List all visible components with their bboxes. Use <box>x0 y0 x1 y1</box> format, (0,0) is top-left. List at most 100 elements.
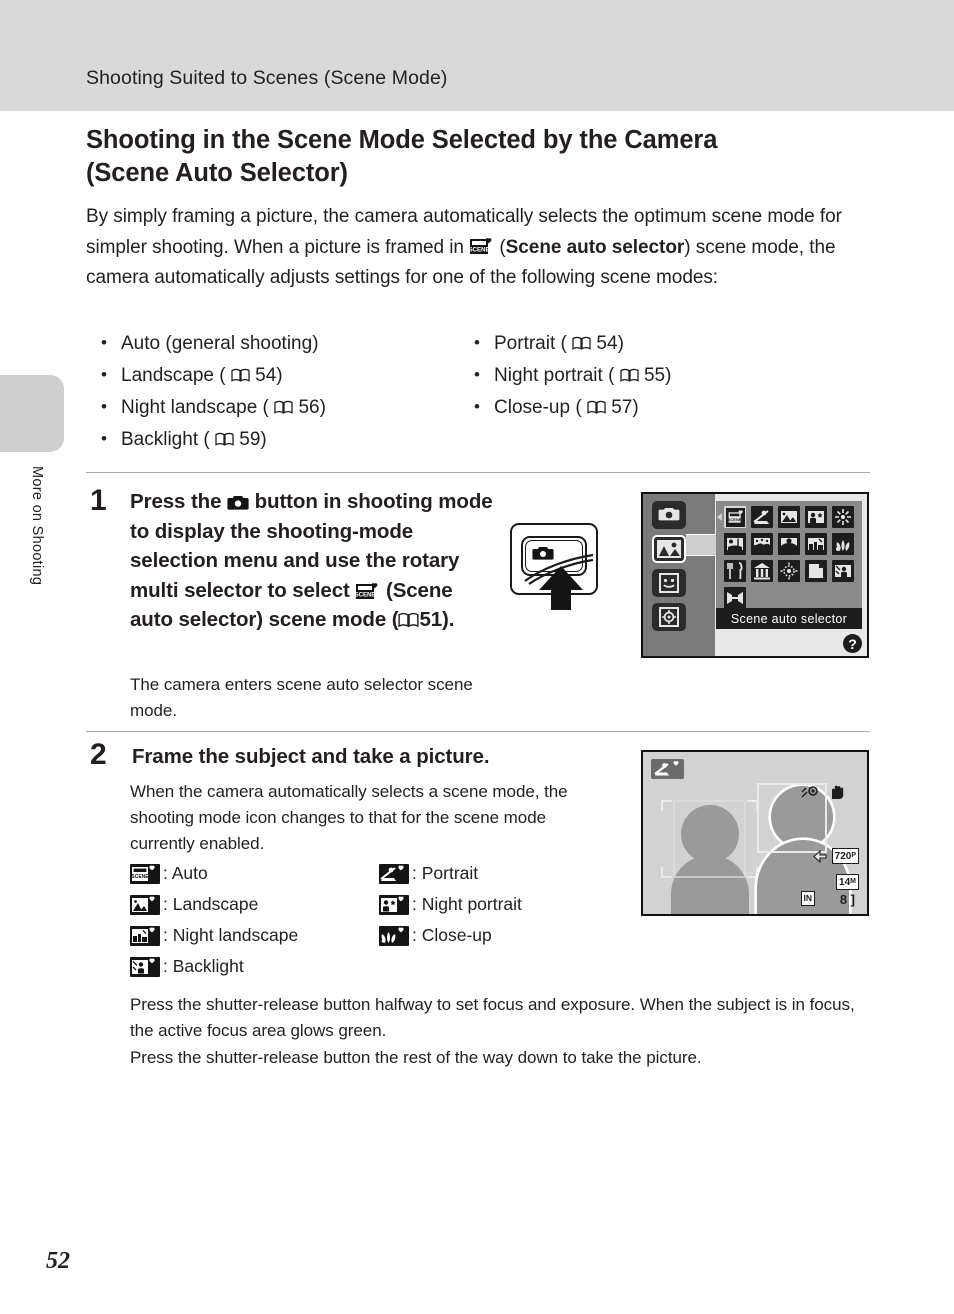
list-item: Auto (general shooting) <box>98 327 326 360</box>
movie-resolution-suffix: P <box>851 852 856 859</box>
scene-auto-selector-icon: SCENE <box>355 581 381 601</box>
memory-indicator-value: IN <box>803 893 813 903</box>
scene-mode-list-left-column: Auto (general shooting) Landscape ( 54) … <box>98 327 326 456</box>
grid-item-scene-auto-selector[interactable]: SCENE <box>724 506 746 528</box>
intro-open-paren: ( <box>494 236 506 258</box>
chapter-thumb-label: More on Shooting <box>29 466 45 586</box>
grid-item-backlight[interactable] <box>832 560 854 582</box>
focus-frame-left <box>673 800 746 878</box>
portrait-icon <box>379 863 409 884</box>
scene-grid-row <box>724 560 858 582</box>
sidebar-item-subject-tracking[interactable] <box>652 603 686 631</box>
scene-grid-row <box>724 533 858 555</box>
selection-connector <box>686 534 718 556</box>
page-title-line2: (Scene Auto Selector) <box>86 159 348 187</box>
grid-item-dusk-dawn[interactable] <box>805 533 827 555</box>
sidebar-item-scene-mode[interactable] <box>652 535 686 563</box>
grid-item-copy[interactable] <box>805 560 827 582</box>
image-size-value: 14 <box>839 877 851 888</box>
selected-scene-label: Scene auto selector <box>716 608 862 629</box>
legend-item: : Night landscape <box>130 920 298 951</box>
sidebar-item-auto-mode[interactable] <box>652 501 686 529</box>
grid-item-beach[interactable] <box>724 533 746 555</box>
press-button-illustration <box>510 523 620 611</box>
grid-item-food[interactable] <box>724 560 746 582</box>
list-item: Landscape ( 54) <box>98 359 326 392</box>
night-landscape-icon <box>130 925 160 946</box>
grid-item-landscape[interactable] <box>778 506 800 528</box>
page-number: 52 <box>46 1248 70 1274</box>
svg-text:SCENE: SCENE <box>355 591 375 598</box>
grid-item-fireworks[interactable] <box>778 560 800 582</box>
image-size-badge-wrap: 14M <box>836 872 859 890</box>
scene-auto-selector-icon: SCENE <box>727 509 743 523</box>
legend-item: : Portrait <box>379 858 522 889</box>
fireworks-icon <box>780 562 798 580</box>
intro-paragraph: By simply framing a picture, the camera … <box>86 202 870 294</box>
header-band <box>0 0 954 111</box>
smart-portrait-icon <box>659 573 679 593</box>
step-number-1: 1 <box>90 484 107 517</box>
page-ref: 59 <box>239 429 261 450</box>
movie-resolution-value: 720 <box>834 851 852 862</box>
grid-item-sunset[interactable] <box>778 533 800 555</box>
backlight-icon <box>835 565 851 577</box>
list-item-label: Night landscape <box>121 397 258 418</box>
grid-item-portrait[interactable] <box>751 506 773 528</box>
legend-label: : Landscape <box>163 894 259 914</box>
dusk-dawn-icon <box>808 538 824 550</box>
scene-auto-selector-icon: SCENE <box>469 236 495 256</box>
page-title: Shooting in the Scene Mode Selected by t… <box>86 124 856 190</box>
page-ref: 56 <box>298 397 320 418</box>
paren-close: ) <box>260 429 267 450</box>
grid-item-snow[interactable] <box>751 533 773 555</box>
legend-label: : Auto <box>163 863 208 883</box>
step-1-text-part1: Press the <box>130 490 227 513</box>
step-1-text-part4: ). <box>442 608 455 631</box>
chapter-thumb-tab <box>0 375 64 452</box>
step-1-page-ref: 51 <box>419 608 443 631</box>
grid-item-night-portrait[interactable] <box>805 506 827 528</box>
legend-item: : Landscape <box>130 889 298 920</box>
chevron-left-icon <box>717 513 722 521</box>
focus-instruction-paragraph: Press the shutter-release button halfway… <box>130 995 855 1040</box>
food-icon <box>727 562 743 579</box>
step-number-2: 2 <box>90 738 107 771</box>
panorama-icon <box>727 592 743 604</box>
list-item-label: Backlight <box>121 429 199 450</box>
section-divider <box>86 472 870 473</box>
grid-item-museum[interactable] <box>751 560 773 582</box>
live-view-image: 720P 14M IN 8 ] <box>643 752 867 914</box>
grid-item-close-up[interactable] <box>832 533 854 555</box>
step-1-open-paren: ( <box>380 578 393 602</box>
vibration-reduction-icon <box>827 781 847 800</box>
legend-label: : Portrait <box>412 863 479 883</box>
list-item-label: Close-up <box>494 397 571 418</box>
scene-icon-grid: SCENE <box>724 506 858 614</box>
scene-grid-row <box>724 587 858 609</box>
night-portrait-icon <box>379 894 409 915</box>
legend-right-column: : Portrait : Night portrait: Close-up <box>379 858 522 951</box>
grid-item-panorama[interactable] <box>724 587 746 609</box>
scene-mode-icon <box>657 540 681 558</box>
auto-mode-icon <box>658 508 680 521</box>
party-indoor-icon <box>835 509 851 525</box>
grid-item-party-indoor[interactable] <box>832 506 854 528</box>
book-icon <box>620 368 639 383</box>
backlight-icon <box>130 956 160 977</box>
beach-icon <box>727 538 743 550</box>
book-icon <box>215 432 234 447</box>
paren-close: ) <box>319 397 326 418</box>
scene-mode-list-right-column: Portrait ( 54) Night portrait ( 55) Clos… <box>471 327 671 424</box>
shutter-instruction-paragraph: Press the shutter-release button the res… <box>130 1048 702 1067</box>
sidebar-item-smart-portrait[interactable] <box>652 569 686 597</box>
help-badge[interactable]: ? <box>843 634 862 653</box>
page-ref: 57 <box>611 397 633 418</box>
book-icon <box>572 336 591 351</box>
subject-tracking-icon <box>659 607 679 627</box>
close-up-icon <box>379 925 409 946</box>
list-item: Portrait ( 54) <box>471 327 671 360</box>
paren-open: ( <box>203 429 210 450</box>
camera-icon <box>532 547 554 560</box>
landscape-icon <box>130 894 160 915</box>
